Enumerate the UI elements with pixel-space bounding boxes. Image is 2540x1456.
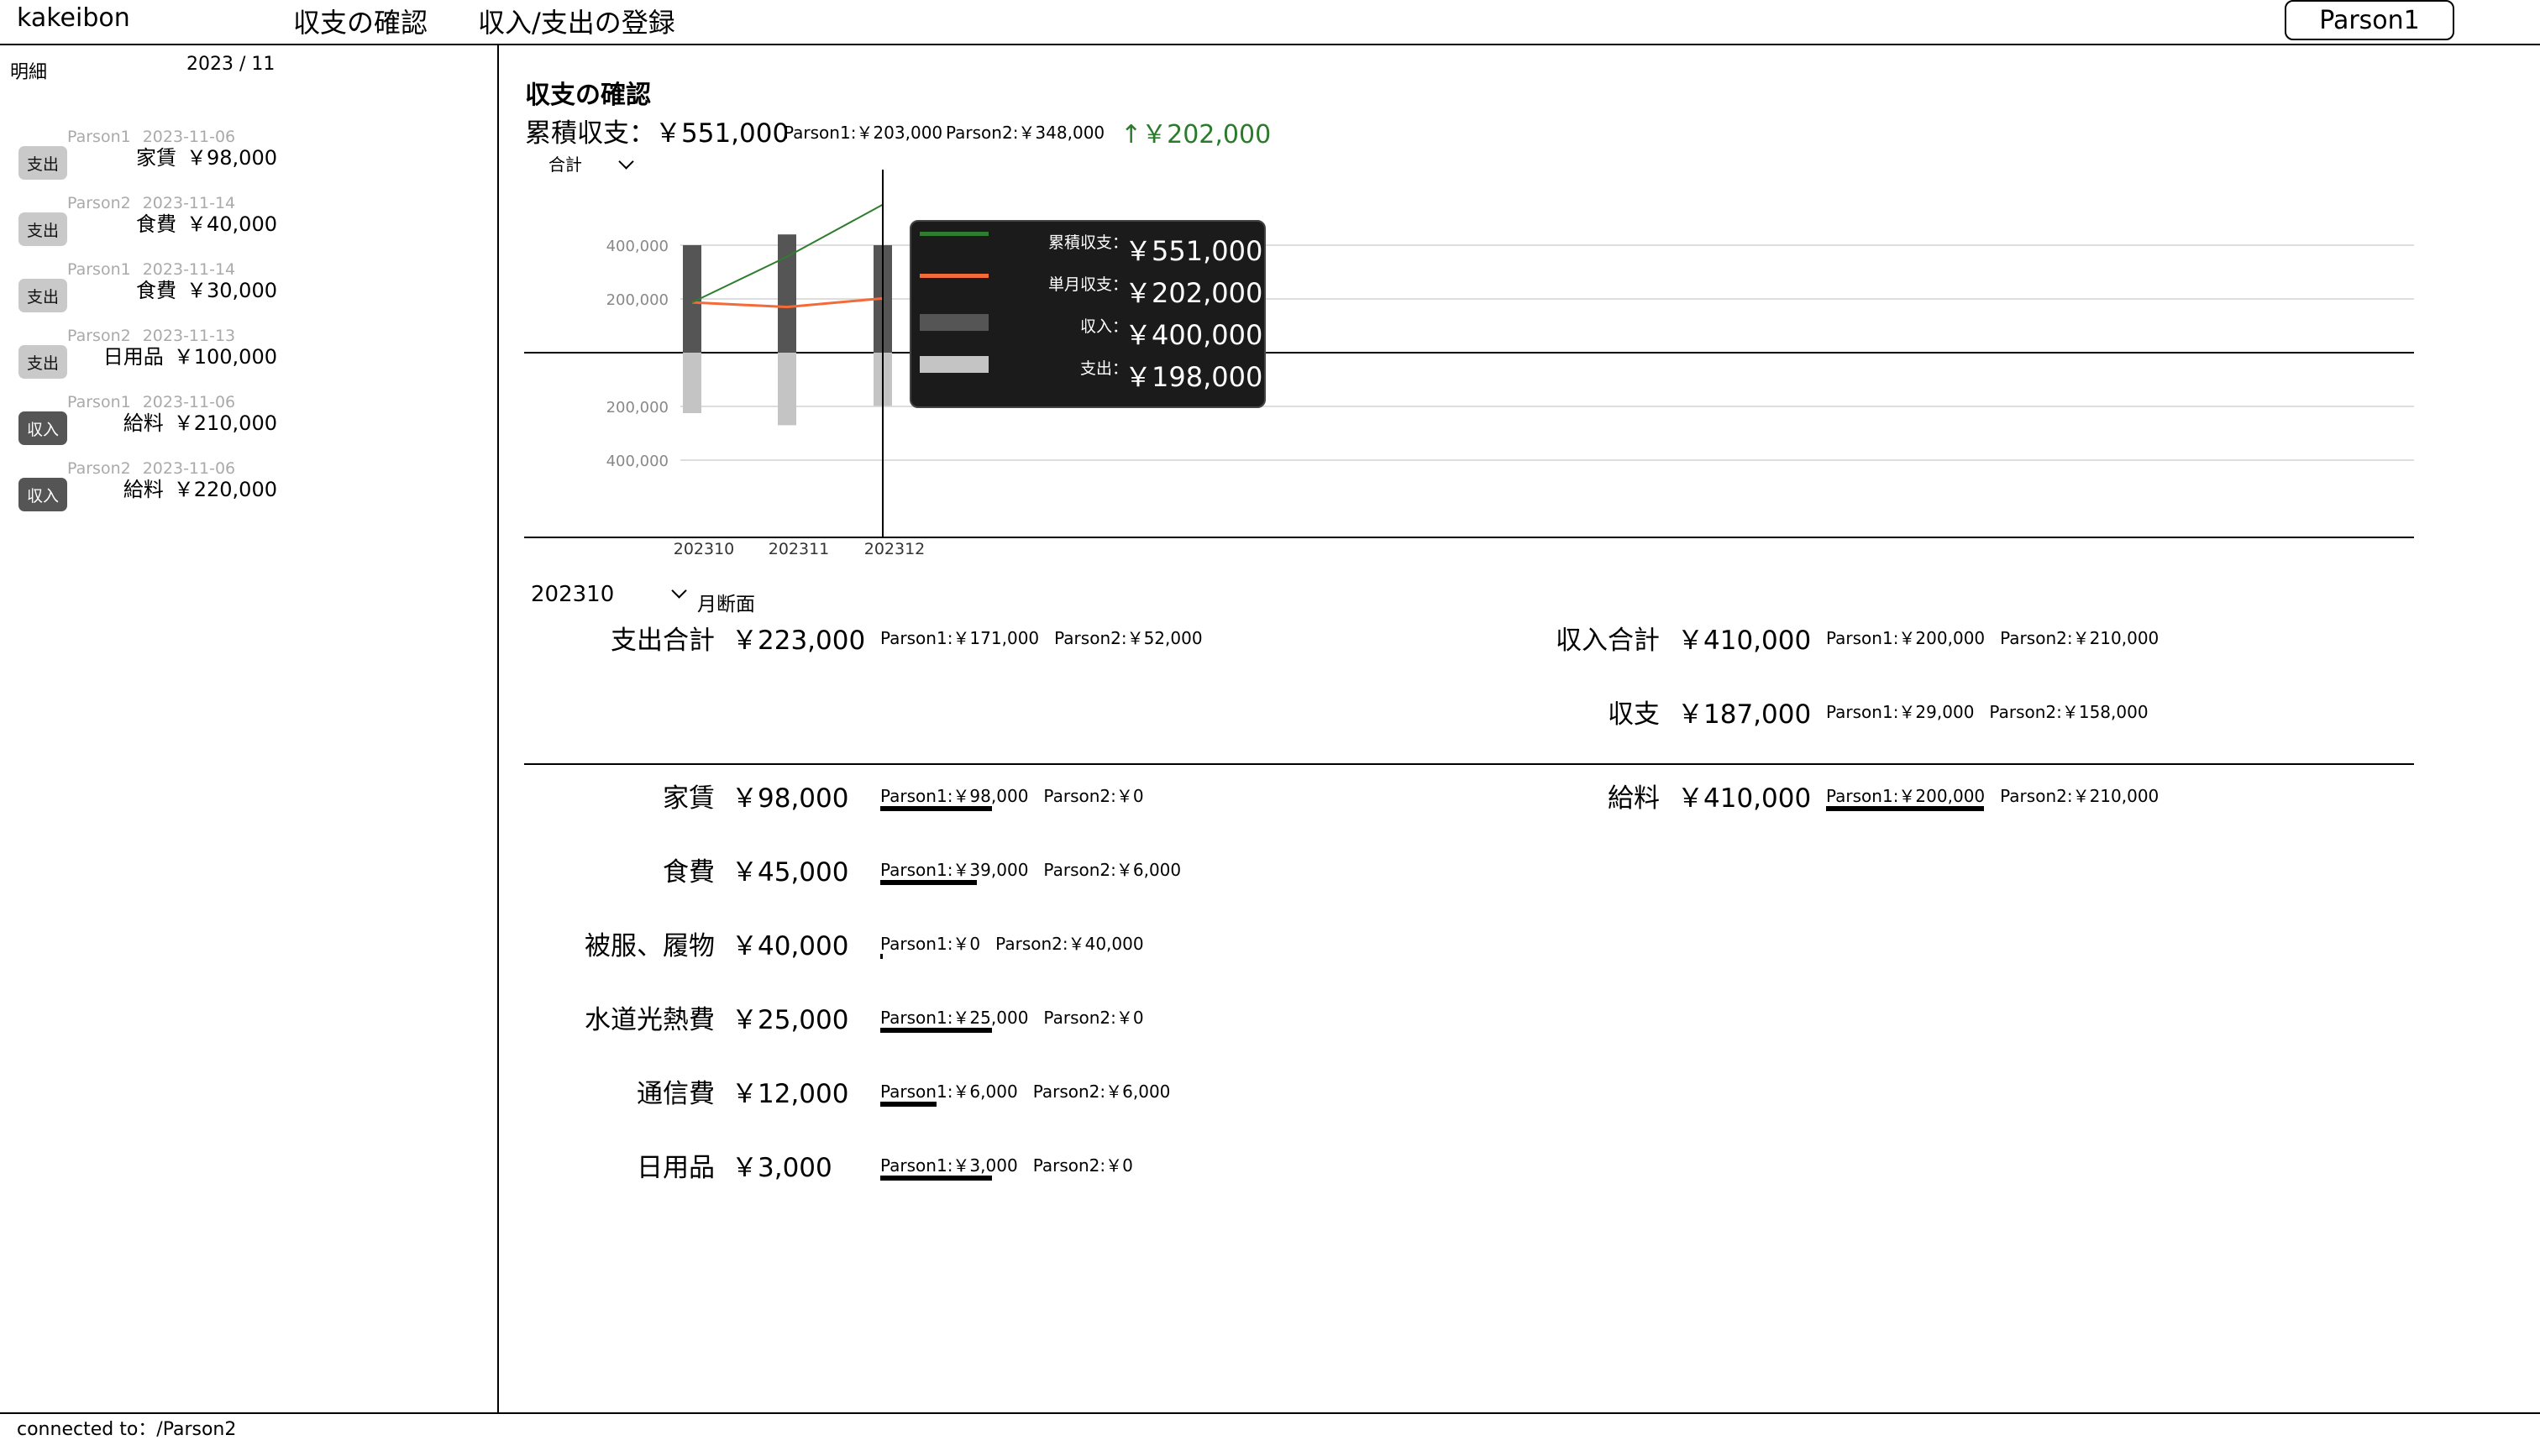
y-tick-label: 400,000 — [606, 453, 669, 470]
parson2-amount: Parson2:￥210,000 — [2000, 786, 2160, 806]
category-breakdown: Parson1:￥39,000 Parson2:￥6,000 — [880, 856, 1181, 881]
category-label: 日用品 — [637, 1153, 715, 1183]
parson1-amount: Parson1:￥25,000 — [880, 1008, 1029, 1028]
parson1-share-bar — [880, 1102, 937, 1107]
tooltip-row-cumulative: 累積収支： ￥551,000 — [911, 222, 1267, 267]
y-tick-label: 400,000 — [606, 238, 669, 255]
tooltip-label: 支出： — [1079, 359, 1128, 378]
connection-status: connected to：/Parson2 — [17, 1419, 237, 1440]
parson2-amount: Parson2:￥6,000 — [1032, 1082, 1171, 1102]
tooltip-label: 単月収支： — [1047, 275, 1128, 294]
y-tick-label: 200,000 — [606, 399, 669, 416]
parson1-amount: Parson1:￥171,000 — [880, 628, 1040, 648]
monthly-swatch-icon — [920, 274, 989, 278]
category-value: ￥98,000 — [732, 783, 849, 814]
category-breakdown: Parson1:￥200,000 Parson2:￥210,000 — [1826, 783, 2159, 807]
category-label: 給料 — [1608, 783, 1660, 814]
parson2-amount: Parson2:￥40,000 — [995, 934, 1144, 954]
category-value: ￥45,000 — [732, 857, 849, 888]
tooltip-row-monthly: 単月収支： ￥202,000 — [911, 264, 1267, 309]
income-total-label: 収入合計 — [1556, 626, 1660, 656]
income-bar — [778, 234, 796, 353]
category-label: 家賃 — [663, 783, 715, 814]
category-value: ￥12,000 — [732, 1079, 849, 1109]
category-breakdown: Parson1:￥3,000 Parson2:￥0 — [880, 1152, 1133, 1176]
cumulative-swatch-icon — [920, 232, 989, 236]
category-label: 水道光熱費 — [585, 1005, 715, 1035]
category-value: ￥25,000 — [732, 1005, 849, 1035]
parson1-amount: Parson1:￥6,000 — [880, 1082, 1018, 1102]
category-breakdown: Parson1:￥6,000 Parson2:￥6,000 — [880, 1078, 1170, 1102]
parson2-amount: Parson2:￥210,000 — [2000, 628, 2160, 648]
parson2-amount: Parson2:￥0 — [1032, 1155, 1133, 1176]
x-tick-label: 202311 — [769, 540, 830, 558]
parson1-amount: Parson1:￥29,000 — [1826, 702, 1975, 722]
parson1-amount: Parson1:￥3,000 — [880, 1155, 1018, 1176]
category-breakdown: Parson1:￥0 Parson2:￥40,000 — [880, 930, 1144, 955]
balance-chart[interactable]: 400,000 200,000 200,000 400,000 202310 202311… — [0, 0, 2540, 588]
tooltip-row-income: 収入： ￥400,000 — [911, 306, 1267, 351]
category-label: 食費 — [663, 857, 715, 888]
parson1-share-bar — [880, 954, 883, 959]
parson1-share-bar — [1826, 806, 1984, 811]
status-bar: connected to：/Parson2 — [0, 1412, 2540, 1456]
parson1-share-bar — [880, 806, 992, 811]
x-tick-label: 202310 — [674, 540, 735, 558]
chart-tooltip: 累積収支： ￥551,000 単月収支： ￥202,000 収入： ￥400,0… — [910, 220, 1266, 408]
tooltip-row-expense: 支出： ￥198,000 — [911, 348, 1267, 393]
y-tick-label: 200,000 — [606, 291, 669, 309]
income-total-value: ￥410,000 — [1677, 626, 1812, 656]
category-value: ￥410,000 — [1677, 783, 1812, 814]
expense-total-label: 支出合計 — [611, 626, 715, 656]
tooltip-label: 累積収支： — [1047, 233, 1128, 252]
expense-bar — [778, 353, 796, 426]
x-tick-label: 202312 — [864, 540, 926, 558]
parson2-amount: Parson2:￥0 — [1043, 1008, 1144, 1028]
parson1-share-bar — [880, 1028, 992, 1033]
balance-label: 収支 — [1608, 699, 1660, 730]
parson2-amount: Parson2:￥6,000 — [1043, 860, 1182, 880]
parson1-amount: Parson1:￥200,000 — [1826, 628, 1986, 648]
expense-total-breakdown: Parson1:￥171,000 Parson2:￥52,000 — [880, 625, 1203, 649]
tooltip-value: ￥198,000 — [1125, 361, 1263, 393]
parson1-amount: Parson1:￥39,000 — [880, 860, 1029, 880]
parson1-amount: Parson1:￥200,000 — [1826, 786, 1986, 806]
parson1-amount: Parson1:￥98,000 — [880, 786, 1029, 806]
month-select[interactable]: 202310 — [531, 582, 614, 607]
section-divider — [524, 763, 2414, 765]
category-breakdown: Parson1:￥25,000 Parson2:￥0 — [880, 1004, 1144, 1029]
parson1-amount: Parson1:￥0 — [880, 934, 981, 954]
expense-total-value: ￥223,000 — [732, 626, 866, 656]
income-total-breakdown: Parson1:￥200,000 Parson2:￥210,000 — [1826, 625, 2159, 649]
category-breakdown: Parson1:￥98,000 Parson2:￥0 — [880, 783, 1144, 807]
parson2-amount: Parson2:￥158,000 — [1989, 702, 2149, 722]
parson2-amount: Parson2:￥0 — [1043, 786, 1144, 806]
parson2-amount: Parson2:￥52,000 — [1054, 628, 1203, 648]
parson1-share-bar — [880, 1176, 992, 1181]
expense-bar — [683, 353, 701, 413]
category-label: 被服、履物 — [585, 931, 715, 961]
expense-swatch-icon — [920, 356, 989, 373]
parson1-share-bar — [880, 880, 977, 885]
income-swatch-icon — [920, 314, 989, 331]
balance-breakdown: Parson1:￥29,000 Parson2:￥158,000 — [1826, 699, 2149, 723]
category-label: 通信費 — [637, 1079, 715, 1109]
tooltip-label: 収入： — [1079, 317, 1128, 336]
balance-value: ￥187,000 — [1677, 699, 1812, 730]
category-value: ￥3,000 — [732, 1153, 832, 1183]
month-caption: 月断面 — [697, 594, 755, 615]
category-value: ￥40,000 — [732, 931, 849, 961]
